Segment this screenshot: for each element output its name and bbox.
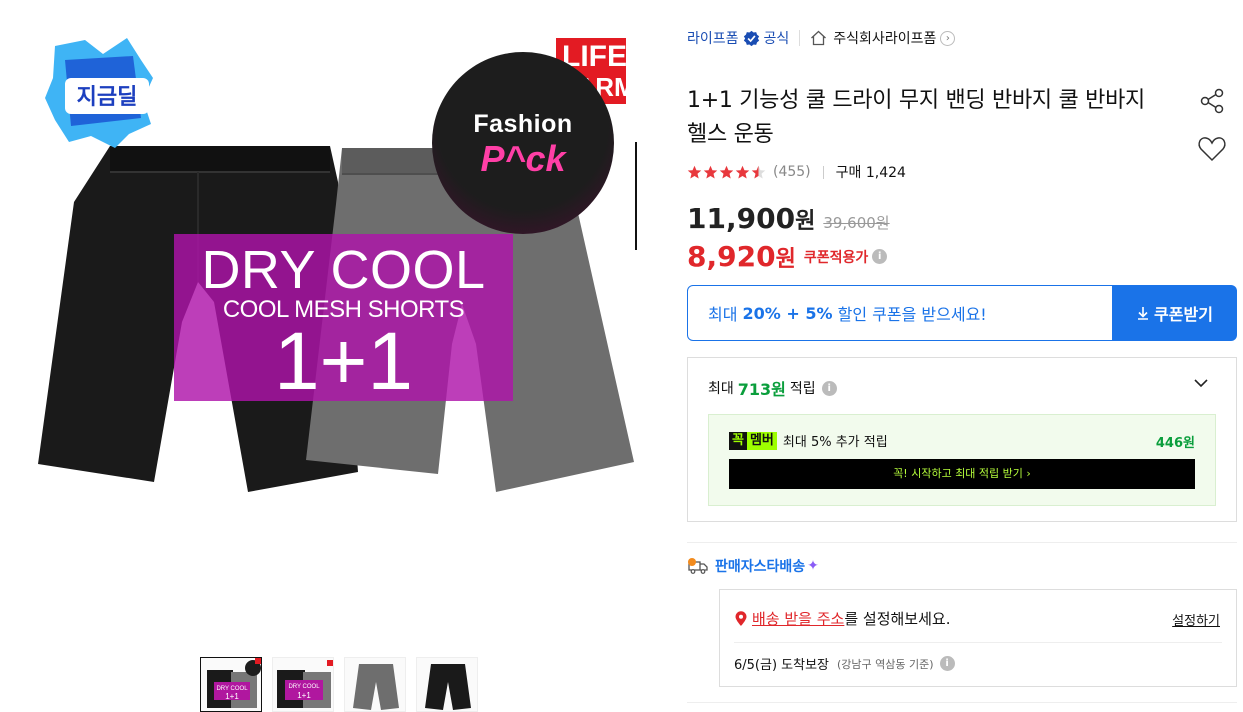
- arrival-info-icon[interactable]: i: [939, 656, 955, 671]
- kkok-logo-part-1: 꼭: [729, 431, 747, 450]
- info-icon[interactable]: i: [872, 249, 888, 264]
- store-name-link[interactable]: 라이프폼: [687, 28, 739, 48]
- download-icon: [1138, 307, 1149, 320]
- store-row: 라이프폼 공식 주식회사라이프폼 ›: [687, 28, 956, 48]
- heart-icon[interactable]: [1197, 134, 1227, 164]
- truck-icon: [688, 558, 708, 574]
- price-row: 11,900원 39,600원: [687, 202, 890, 235]
- rating-divider: [822, 165, 824, 179]
- sparkle-icon: ✦: [807, 558, 819, 574]
- location-pin-icon: [735, 610, 747, 626]
- address-line: 배송 받을 주소 를 설정해보세요.: [734, 608, 950, 629]
- arrival-line: 6/5(금) 도착보장 (강남구 역삼동 기준) i: [734, 654, 955, 673]
- product-title: 1+1 기능성 쿨 드라이 무지 밴딩 반바지 쿨 반바지 헬스 운동: [687, 88, 1145, 147]
- delivery-address-link[interactable]: 배송 받을 주소: [752, 608, 844, 629]
- member-line: 꼭 멤버 최대 5% 추가 적립: [729, 431, 888, 450]
- reward-header[interactable]: 최대 713원 적립 i: [708, 376, 837, 400]
- review-count-link[interactable]: (455): [773, 164, 811, 180]
- coupon-price: 8,920원: [687, 240, 796, 273]
- arrival-guarantee: 6/5(금) 도착보장: [734, 658, 829, 673]
- thumbnail-3[interactable]: [344, 657, 406, 712]
- coupon-price-row: 8,920원 쿠폰적용가 i: [687, 240, 888, 273]
- product-detail-page: DRY COOL COOL MESH SHORTS 1+1 지금딜 LIFE F…: [0, 0, 1243, 712]
- coupon-price-value: 8,920: [687, 240, 776, 273]
- zzap-deal-badge-icon: 지금딜: [45, 38, 153, 148]
- member-reward-box: 꼭 멤버 최대 5% 추가 적립 446원 꼭! 시작하고 최대 적립 받기 ›: [708, 414, 1216, 506]
- rating-row: (455) 구매 1,424: [687, 162, 906, 182]
- thumb2-text-1: DRY COOL: [288, 684, 320, 690]
- promo-banner: DRY COOL COOL MESH SHORTS 1+1: [174, 234, 513, 407]
- address-suffix: 를 설정해보세요.: [844, 610, 951, 628]
- coupon-banner-suffix: 할인 쿠폰을 받으세요!: [832, 305, 987, 324]
- thumbnail-2[interactable]: DRY COOL 1+1: [272, 657, 334, 712]
- official-label: 공식: [763, 31, 790, 47]
- thumbnail-strip: DRY COOL 1+1 DRY COOL 1+1: [200, 657, 478, 712]
- thumbnail-4[interactable]: [416, 657, 478, 712]
- purchase-count: 구매 1,424: [835, 165, 906, 181]
- store-divider: [799, 30, 801, 46]
- coupon-banner-highlight: 20% + 5%: [742, 303, 833, 323]
- company-link[interactable]: 주식회사라이프폼: [833, 28, 936, 48]
- get-coupon-label: 쿠폰받기: [1154, 305, 1213, 324]
- star-icon: [719, 165, 734, 178]
- promo-line-1: DRY COOL: [201, 240, 486, 300]
- star-icon: [703, 165, 718, 178]
- thumbnail-1[interactable]: DRY COOL 1+1: [200, 657, 262, 712]
- sale-price-value: 11,900: [687, 202, 796, 235]
- member-reward-text: 최대 5% 추가 적립: [782, 435, 888, 450]
- bottom-divider: [687, 702, 1237, 703]
- reward-info-icon[interactable]: i: [821, 380, 837, 396]
- reward-box: 최대 713원 적립 i 꼭 멤버 최대 5% 추가 적립 446원 꼭! 시작하…: [687, 357, 1237, 522]
- arrival-location: (강남구 역삼동 기준): [837, 657, 934, 671]
- coupon-banner-prefix: 최대: [708, 305, 743, 324]
- star-icon: [751, 165, 766, 178]
- section-divider: [687, 542, 1237, 543]
- member-reward-amount: 446원: [1155, 436, 1195, 451]
- set-address-button[interactable]: 설정하기: [1172, 610, 1220, 629]
- reward-prefix: 최대: [708, 381, 734, 397]
- address-box: 배송 받을 주소 를 설정해보세요. 설정하기 6/5(금) 도착보장 (강남구…: [719, 589, 1237, 687]
- image-divider: [635, 142, 637, 250]
- verified-badge-icon: [743, 30, 759, 46]
- kkok-member-logo: 꼭 멤버: [729, 431, 777, 450]
- member-start-button[interactable]: 꼭! 시작하고 최대 적립 받기 ›: [729, 459, 1195, 489]
- address-divider: [734, 642, 1222, 643]
- fashion-pack-line-1: Fashion: [473, 110, 573, 138]
- zzap-badge-text: 지금딜: [77, 85, 138, 110]
- kkok-logo-part-2: 멤버: [746, 431, 777, 450]
- fashion-pack-line-2: P^ck: [480, 138, 566, 179]
- coupon-price-label: 쿠폰적용가: [803, 249, 869, 266]
- reward-suffix: 적립: [789, 381, 816, 397]
- coupon-price-won: 원: [775, 247, 796, 272]
- coupon-banner[interactable]: 최대 20% + 5% 할인 쿠폰을 받으세요!: [687, 285, 1113, 341]
- original-price: 39,600원: [823, 214, 890, 232]
- thumb1-text-2: 1+1: [225, 692, 239, 701]
- delivery-brand-label: 판매자스타배송: [715, 559, 806, 575]
- share-icon[interactable]: [1197, 86, 1227, 116]
- chevron-down-icon[interactable]: [1192, 374, 1210, 392]
- reward-amount: 713원: [737, 380, 786, 399]
- star-icon: [687, 165, 702, 178]
- sale-price: 11,900원: [687, 202, 815, 235]
- star-icon: [735, 165, 750, 178]
- thumb2-text-2: 1+1: [297, 691, 311, 700]
- sale-price-won: 원: [795, 209, 816, 234]
- chevron-right-icon[interactable]: ›: [940, 30, 956, 46]
- delivery-brand: 판매자스타배송 ✦: [687, 556, 819, 576]
- home-icon: [811, 30, 827, 46]
- star-rating: [687, 165, 767, 180]
- promo-line-3: 1+1: [273, 316, 414, 407]
- get-coupon-button[interactable]: 쿠폰받기: [1112, 285, 1237, 341]
- fashion-pack-badge: Fashion P^ck: [432, 52, 614, 234]
